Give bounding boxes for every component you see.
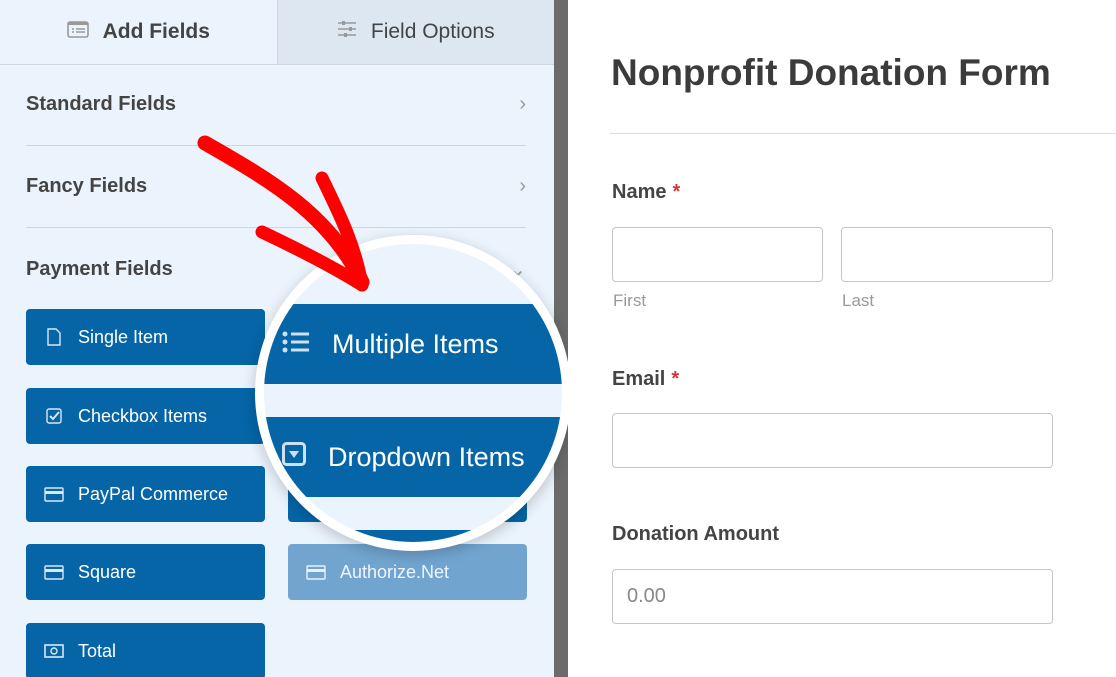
button-label: Square: [78, 561, 137, 582]
divider: [610, 133, 1116, 134]
dropdown-items-button[interactable]: Dropdown Items: [264, 417, 562, 497]
paypal-commerce-button[interactable]: PayPal Commerce: [26, 466, 265, 522]
placeholder: 0.00: [627, 585, 666, 607]
button-label: Total: [78, 640, 117, 661]
required-mark: *: [671, 368, 680, 390]
name-label: Name *: [612, 181, 681, 203]
button-label: Single Item: [78, 326, 169, 347]
last-name-input[interactable]: [841, 227, 1053, 282]
button-label: Checkbox Items: [78, 405, 208, 426]
donation-amount-input[interactable]: 0.00: [612, 569, 1053, 624]
checkbox-items-button[interactable]: Checkbox Items: [26, 388, 265, 444]
button-label: PayPal Commerce: [78, 483, 229, 504]
button-label: Dropdown Items: [328, 441, 525, 472]
form-title: Nonprofit Donation Form: [611, 52, 1051, 93]
multiple-items-button[interactable]: Multiple Items: [264, 304, 562, 384]
button-label: Multiple Items: [332, 328, 499, 359]
email-input[interactable]: [612, 413, 1053, 468]
total-button[interactable]: Total: [26, 623, 265, 677]
email-label: Email *: [612, 368, 680, 390]
single-item-button[interactable]: Single Item: [26, 309, 265, 365]
checkbox-icon: [44, 408, 64, 424]
list-icon: [282, 329, 310, 360]
credit-card-icon: [44, 486, 64, 502]
last-sublabel: Last: [842, 291, 875, 310]
donation-amount-label: Donation Amount: [612, 523, 780, 545]
square-button[interactable]: Square: [26, 544, 265, 600]
required-mark: *: [672, 181, 681, 203]
form-preview: Nonprofit Donation Form Name * First Last…: [568, 0, 1116, 677]
money-icon: [44, 644, 64, 658]
first-sublabel: First: [613, 291, 647, 310]
file-icon: [44, 328, 64, 346]
dropdown-icon: [282, 441, 306, 473]
first-name-input[interactable]: [612, 227, 823, 282]
red-arrow-annotation: [197, 135, 370, 292]
credit-card-icon: [44, 564, 64, 580]
authorize-net-button[interactable]: Authorize.Net: [288, 544, 527, 600]
credit-card-icon: [306, 564, 326, 580]
button-label: Authorize.Net: [340, 561, 450, 582]
